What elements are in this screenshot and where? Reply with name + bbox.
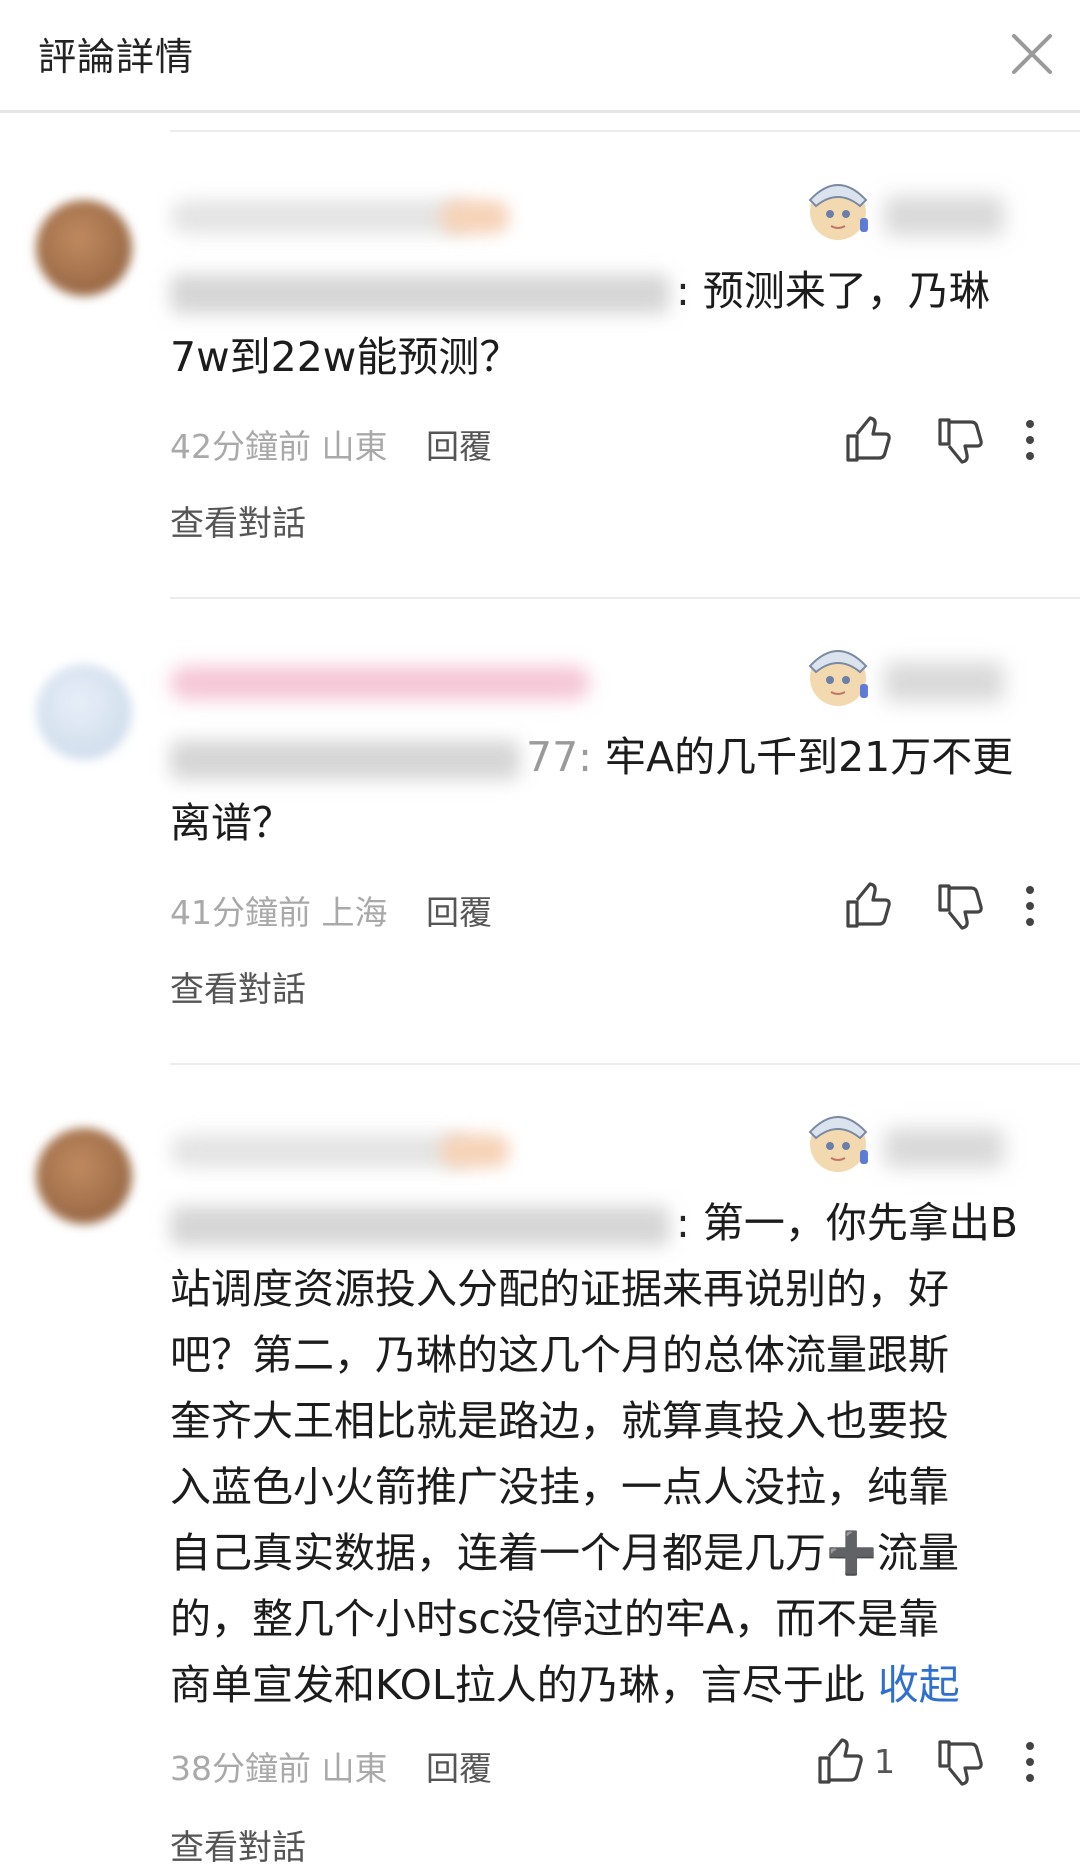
thumb-up-icon[interactable] — [838, 876, 898, 936]
comment-meta: 42分鐘前 山東 回覆 — [170, 420, 492, 468]
username-blurred[interactable] — [170, 200, 470, 234]
close-icon[interactable] — [1000, 22, 1064, 86]
like-count: 1 — [874, 1742, 895, 1781]
view-conversation-link[interactable]: 查看對話 — [170, 496, 306, 545]
username-blurred[interactable] — [170, 666, 590, 700]
reply-button[interactable]: 回覆 — [426, 427, 492, 466]
comment-text-line: 商单宣发和KOL拉人的乃琳，言尽于此 — [170, 1661, 865, 1709]
thumb-up-icon[interactable] — [810, 1732, 870, 1792]
badge-level-blurred — [884, 1128, 1004, 1168]
user-tag-blurred — [440, 200, 510, 234]
more-vertical-icon[interactable] — [1000, 876, 1060, 936]
comment-actions: 1 — [818, 1732, 1060, 1792]
view-conversation-link[interactable]: 查看對話 — [170, 962, 306, 1011]
fan-badge-icon — [808, 650, 868, 706]
thumb-up-icon[interactable] — [838, 410, 898, 470]
comment-divider — [170, 1063, 1080, 1065]
avatar[interactable] — [36, 664, 132, 760]
comment-text: 77: 牢A的几千到21万不更 离谱？ — [170, 724, 1050, 856]
comment-actions — [820, 876, 1060, 936]
location: 山東 — [321, 427, 388, 466]
page-title: 評論詳情 — [38, 35, 195, 79]
comment-text-line: 自己真实数据，连着一个月都是几万➕流量 — [170, 1529, 960, 1577]
more-vertical-icon[interactable] — [1000, 410, 1060, 470]
comment-text-line: 入蓝色小火箭推广没挂，一点人没拉，纯靠 — [170, 1463, 949, 1511]
timestamp: 41分鐘前 — [170, 893, 311, 932]
thumb-down-icon[interactable] — [930, 1732, 990, 1792]
user-tag-blurred — [440, 1134, 510, 1168]
comment-meta: 41分鐘前 上海 回覆 — [170, 886, 492, 934]
comment-text-line: 第一，你先拿出B — [702, 1199, 1018, 1247]
header: 評論詳情 — [0, 0, 1080, 113]
comment-text-line: 离谱？ — [170, 799, 293, 847]
timestamp: 38分鐘前 — [170, 1749, 311, 1788]
fan-badge-icon — [808, 184, 868, 240]
comment-text-line: 站调度资源投入分配的证据来再说别的，好 — [170, 1265, 949, 1313]
comment-text-line: 奎齐大王相比就是路边，就算真投入也要投 — [170, 1397, 949, 1445]
reply-to-suffix: 77: — [526, 733, 592, 781]
reply-to-user-blurred[interactable] — [170, 1206, 670, 1246]
username-blurred[interactable] — [170, 1134, 470, 1168]
avatar[interactable] — [36, 1128, 132, 1224]
comment-text-line: 吧？第二，乃琳的这几个月的总体流量跟斯 — [170, 1331, 949, 1379]
avatar[interactable] — [36, 200, 132, 296]
reply-to-user-blurred[interactable] — [170, 740, 520, 780]
location: 上海 — [321, 893, 388, 932]
comment-actions — [820, 410, 1060, 470]
comment-text-line: 预测来了，乃琳 — [702, 267, 990, 315]
comment-text-line: 7w到22w能预测？ — [170, 333, 521, 381]
timestamp: 42分鐘前 — [170, 427, 311, 466]
thumb-down-icon[interactable] — [930, 410, 990, 470]
reply-button[interactable]: 回覆 — [426, 1749, 492, 1788]
comment-text: : 预测来了，乃琳 7w到22w能预测？ — [170, 267, 990, 381]
location: 山東 — [321, 1749, 388, 1788]
comment-divider — [170, 130, 1080, 132]
view-conversation-link[interactable]: 查看對話 — [170, 1820, 306, 1869]
comment-text-line: 的，整几个小时sc没停过的牢A，而不是靠 — [170, 1595, 939, 1643]
reply-to-user-blurred[interactable] — [170, 274, 670, 314]
more-vertical-icon[interactable] — [1000, 1732, 1060, 1792]
comment-divider — [170, 597, 1080, 599]
fan-badge-icon — [808, 1116, 868, 1172]
thumb-down-icon[interactable] — [930, 876, 990, 936]
collapse-link[interactable]: 收起 — [878, 1661, 960, 1709]
comment-meta: 38分鐘前 山東 回覆 — [170, 1742, 492, 1790]
comment-text: : 第一，你先拿出B 站调度资源投入分配的证据来再说别的，好 吧？第二，乃琳的这… — [170, 1199, 1018, 1709]
badge-level-blurred — [884, 662, 1004, 702]
comment-text-line: 牢A的几千到21万不更 — [605, 733, 1014, 781]
reply-button[interactable]: 回覆 — [426, 893, 492, 932]
badge-level-blurred — [884, 196, 1004, 236]
